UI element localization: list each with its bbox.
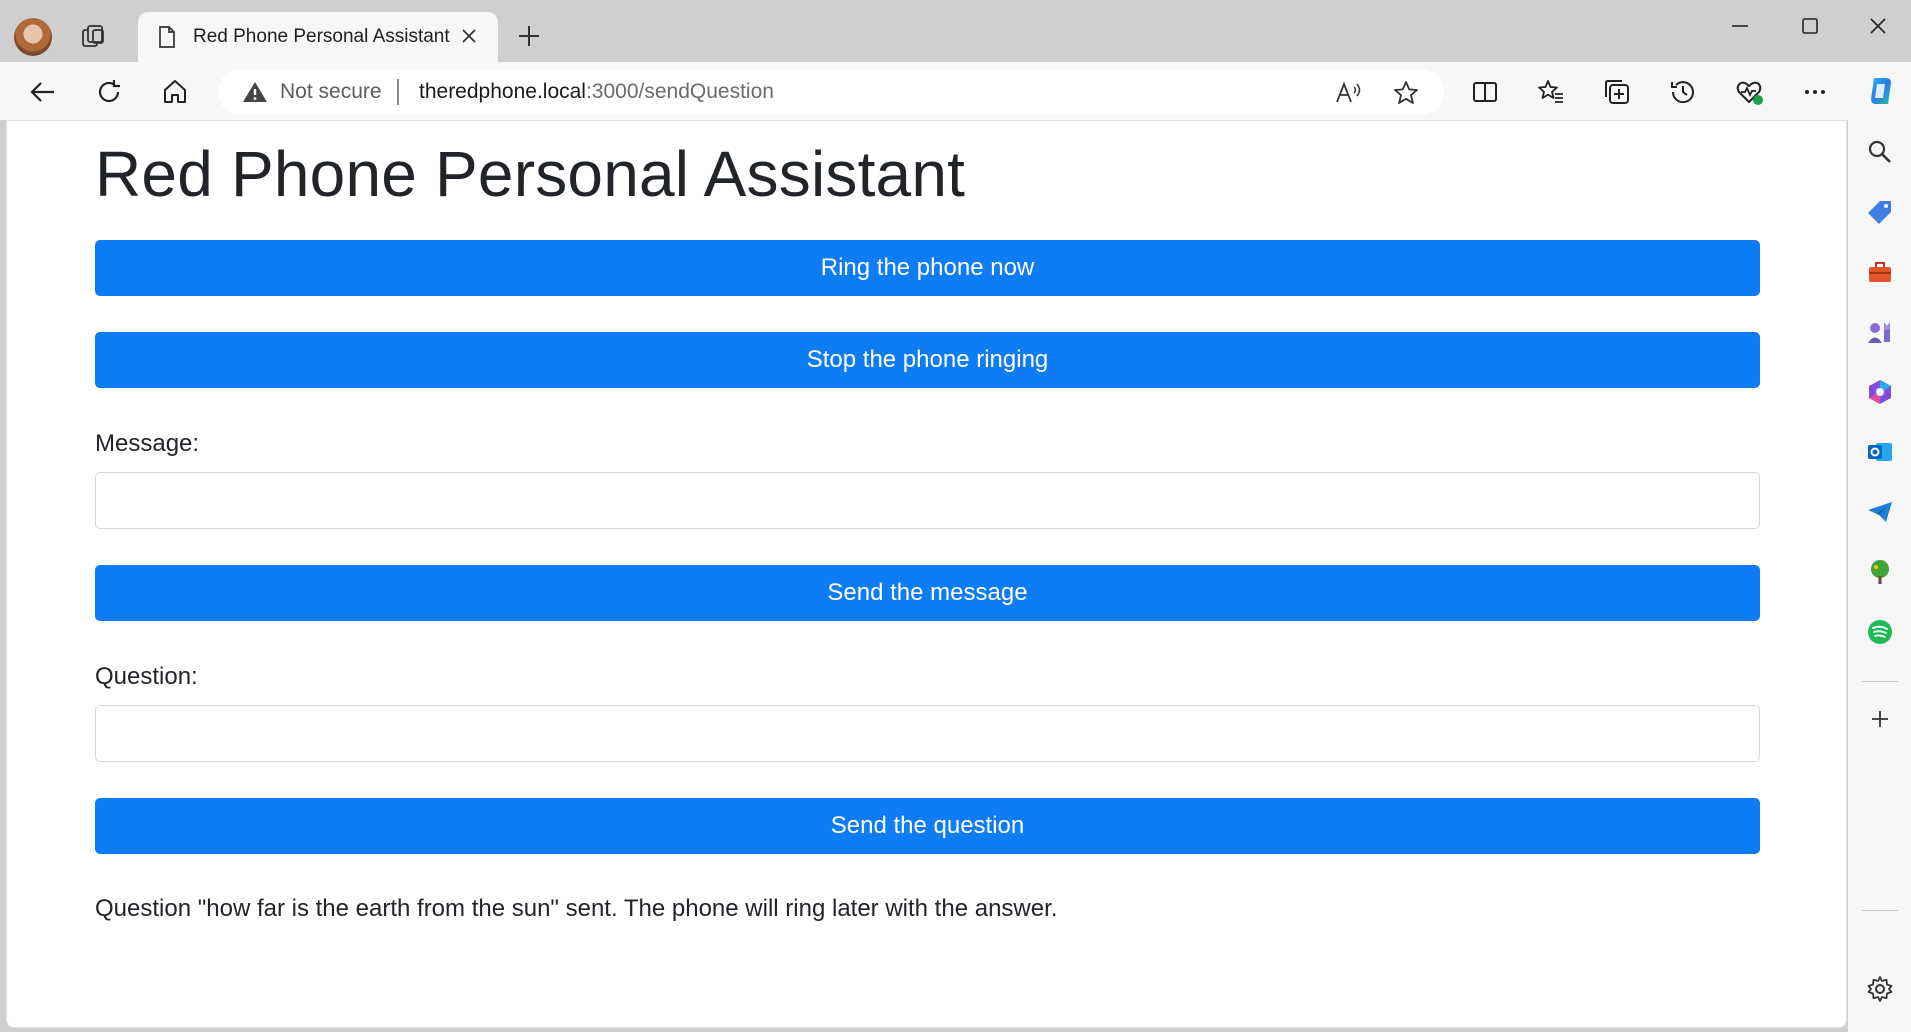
navigation-toolbar: Not secure theredphone.local:3000/sendQu… bbox=[0, 62, 1911, 120]
spotify-icon[interactable] bbox=[1866, 618, 1894, 646]
shopping-icon[interactable] bbox=[1866, 198, 1894, 226]
page-content: Red Phone Personal Assistant Ring the ph… bbox=[6, 120, 1847, 1028]
security-label[interactable]: Not secure bbox=[280, 80, 382, 104]
split-screen-icon[interactable] bbox=[1470, 77, 1500, 107]
new-tab-icon[interactable] bbox=[515, 22, 543, 50]
collections-icon[interactable] bbox=[1602, 77, 1632, 107]
url-text[interactable]: theredphone.local:3000/sendQuestion bbox=[419, 80, 774, 104]
minimize-icon[interactable] bbox=[1720, 12, 1760, 40]
refresh-icon[interactable] bbox=[94, 77, 124, 107]
page-title: Red Phone Personal Assistant bbox=[95, 138, 966, 210]
edge-sidebar bbox=[1848, 120, 1911, 1032]
search-icon[interactable] bbox=[1866, 138, 1894, 166]
url-host: theredphone.local bbox=[419, 80, 586, 103]
tab-active[interactable]: Red Phone Personal Assistant bbox=[138, 12, 498, 62]
close-window-icon[interactable] bbox=[1858, 12, 1898, 40]
close-tab-icon[interactable] bbox=[458, 25, 480, 47]
document-icon bbox=[159, 26, 175, 48]
url-path: :3000/sendQuestion bbox=[585, 80, 774, 103]
profile-avatar[interactable] bbox=[14, 18, 52, 56]
warning-icon[interactable] bbox=[242, 80, 268, 104]
send-question-button[interactable]: Send the question bbox=[95, 798, 1760, 854]
sidebar-divider bbox=[1862, 910, 1898, 911]
status-message: Question "how far is the earth from the … bbox=[95, 895, 1058, 922]
back-icon[interactable] bbox=[28, 77, 58, 107]
tools-icon[interactable] bbox=[1866, 258, 1894, 286]
microsoft365-icon[interactable] bbox=[1866, 378, 1894, 406]
sidebar-divider bbox=[1862, 681, 1898, 682]
favorite-star-icon[interactable] bbox=[1392, 79, 1420, 107]
settings-icon[interactable] bbox=[1866, 975, 1894, 1003]
tree-icon[interactable] bbox=[1866, 558, 1894, 586]
send-message-button[interactable]: Send the message bbox=[95, 565, 1760, 621]
more-icon[interactable] bbox=[1800, 77, 1830, 107]
favorites-icon[interactable] bbox=[1536, 77, 1566, 107]
tab-strip: Red Phone Personal Assistant bbox=[0, 0, 1911, 62]
tab-title: Red Phone Personal Assistant bbox=[193, 26, 450, 47]
telegram-icon[interactable] bbox=[1866, 498, 1894, 526]
question-label: Question: bbox=[95, 663, 198, 690]
add-icon[interactable] bbox=[1866, 705, 1894, 733]
browser-essentials-icon[interactable] bbox=[1734, 77, 1764, 107]
copilot-icon[interactable] bbox=[1864, 74, 1898, 108]
read-aloud-icon[interactable] bbox=[1334, 79, 1362, 107]
address-bar[interactable]: Not secure theredphone.local:3000/sendQu… bbox=[218, 69, 1444, 115]
workspaces-icon[interactable] bbox=[80, 22, 108, 50]
message-label: Message: bbox=[95, 430, 200, 457]
history-icon[interactable] bbox=[1668, 77, 1698, 107]
games-icon[interactable] bbox=[1866, 318, 1894, 346]
question-input[interactable] bbox=[95, 705, 1760, 762]
stop-ringing-button[interactable]: Stop the phone ringing bbox=[95, 332, 1760, 388]
maximize-icon[interactable] bbox=[1790, 12, 1830, 40]
address-separator bbox=[397, 79, 399, 105]
home-icon[interactable] bbox=[160, 77, 190, 107]
outlook-icon[interactable] bbox=[1866, 438, 1894, 466]
ring-phone-button[interactable]: Ring the phone now bbox=[95, 240, 1760, 296]
message-input[interactable] bbox=[95, 472, 1760, 529]
